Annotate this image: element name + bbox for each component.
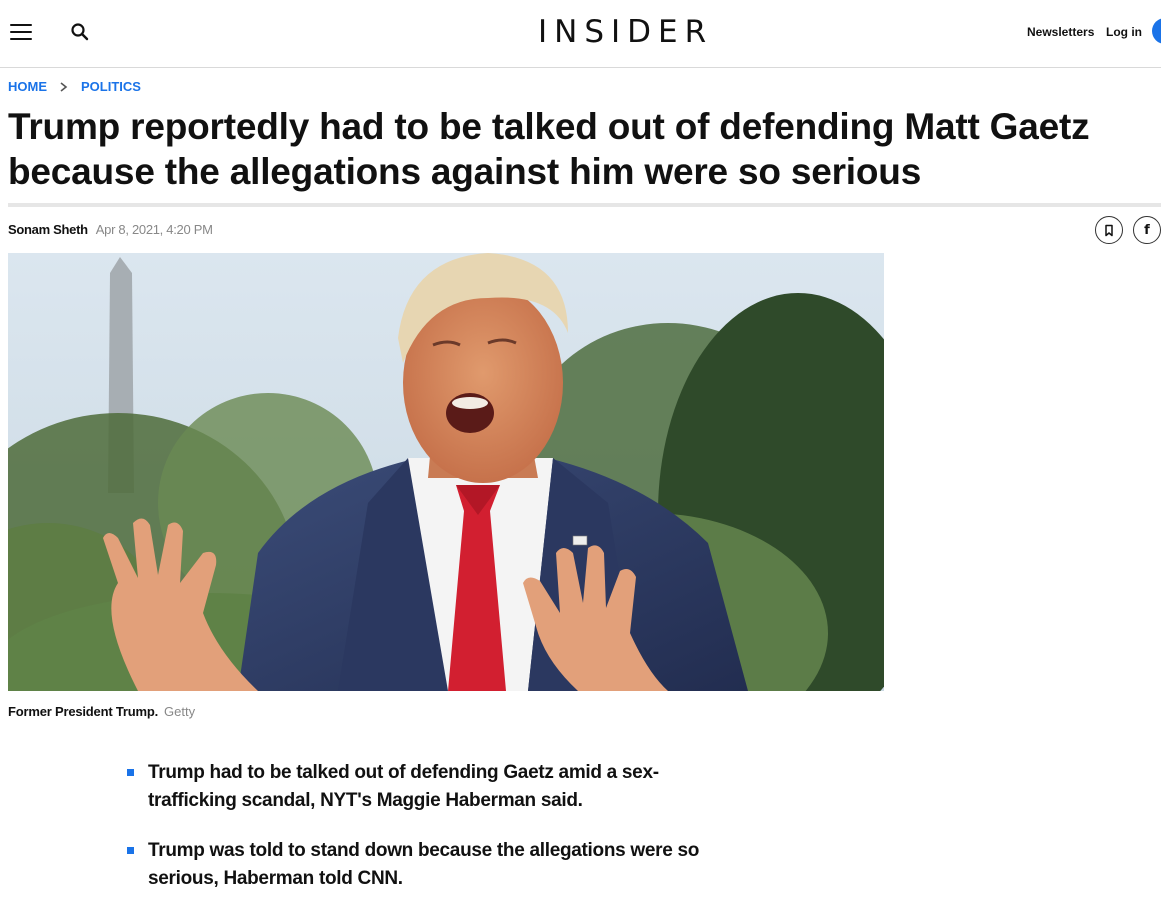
caption-credit: Getty [164,704,196,719]
summary-item: Trump had to be talked out of defending … [127,759,747,815]
article-summary-list: Trump had to be talked out of defending … [127,759,747,901]
facebook-share-button[interactable]: f [1133,216,1161,244]
chevron-right-icon [60,81,68,92]
breadcrumb: HOME POLITICS [8,79,141,94]
login-link[interactable]: Log in [1106,25,1142,39]
image-caption: Former President Trump. Getty [8,704,195,719]
facebook-icon: f [1144,222,1150,238]
search-icon[interactable] [70,22,90,42]
breadcrumb-politics[interactable]: POLITICS [81,79,141,94]
site-logo[interactable]: INSIDER [538,14,713,50]
headline-divider [8,203,1161,207]
caption-text: Former President Trump. [8,704,158,719]
summary-item: Trump was told to stand down because the… [127,837,747,893]
publish-date: Apr 8, 2021, 4:20 PM [95,222,213,237]
top-nav-bar: INSIDER Newsletters Log in [0,0,1161,68]
newsletters-link[interactable]: Newsletters [1027,25,1094,39]
bullet-square-icon [127,769,134,776]
byline: Sonam Sheth Apr 8, 2021, 4:20 PM [8,222,213,237]
bullet-square-icon [127,847,134,854]
article-headline: Trump reportedly had to be talked out of… [8,106,1090,192]
bookmark-icon [1105,224,1113,236]
summary-item-text: Trump had to be talked out of defending … [148,762,659,811]
hamburger-menu-icon[interactable] [10,22,32,40]
author-name[interactable]: Sonam Sheth [8,222,88,237]
bookmark-button[interactable] [1095,216,1123,244]
summary-item-text: Trump was told to stand down because the… [148,840,700,889]
subscribe-button[interactable] [1152,18,1161,44]
article-hero-image [8,253,884,691]
breadcrumb-home[interactable]: HOME [8,79,47,94]
